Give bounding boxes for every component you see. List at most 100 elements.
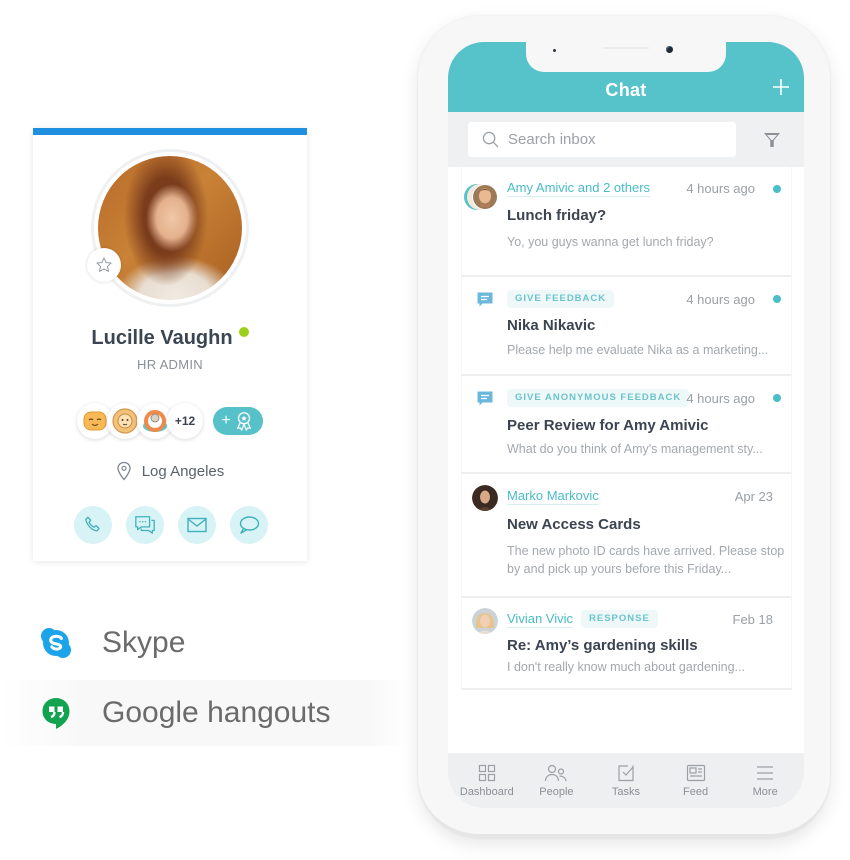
nav-more[interactable]: More (733, 764, 797, 798)
message-preview: Yo, you guys wanna get lunch friday? (507, 235, 714, 249)
nav-label: Tasks (611, 785, 641, 798)
task-check-icon (618, 764, 634, 781)
message-preview: What do you think of Amy's management st… (507, 442, 763, 456)
speech-bubble-icon (239, 516, 260, 534)
search-bar (448, 112, 804, 167)
profile-name: Lucille Vaughn (33, 327, 307, 350)
chat-header: Chat (448, 42, 804, 112)
envelope-icon (187, 517, 207, 533)
message-subject: Nika Nikavic (507, 317, 596, 334)
search-icon (482, 131, 499, 148)
inbox-item-gardening-skills[interactable]: Vivian Vivic RESPONSE Feb 18 Re: Amy’s g… (461, 598, 792, 690)
message-subject: Peer Review for Amy Amivic (507, 417, 709, 434)
nav-label: Dashboard (459, 785, 514, 798)
message-preview: The new photo ID cards have arrived. Ple… (507, 544, 785, 576)
badge-more-count[interactable]: +12 (167, 403, 203, 439)
anonymous-feedback-tag: GIVE ANONYMOUS FEEDBACK (507, 389, 690, 407)
call-button[interactable] (74, 506, 112, 544)
avatar-photo (98, 156, 242, 300)
lion-badge-icon (112, 408, 138, 434)
location-text: Log Angeles (141, 462, 225, 480)
inbox-item-new-access-cards[interactable]: Marko Markovic Apr 23 New Access Cards T… (461, 474, 792, 598)
feedback-message-icon (477, 292, 493, 307)
sensor-dot (553, 49, 556, 52)
bottom-navigation: Dashboard People Tasks Feed More (448, 753, 804, 808)
response-tag: RESPONSE (581, 610, 658, 628)
skype-icon (41, 628, 71, 658)
group-message-button[interactable] (126, 506, 164, 544)
message-time: 4 hours ago (686, 291, 755, 307)
grid-icon (478, 764, 495, 781)
contact-actions (74, 506, 268, 544)
inbox-item-peer-review[interactable]: GIVE ANONYMOUS FEEDBACK 4 hours ago Peer… (461, 376, 792, 474)
badges-row: +12 + (77, 403, 263, 439)
lifebuoy-badge-icon (143, 410, 167, 432)
google-hangouts-icon (42, 698, 70, 729)
phone-notch (526, 42, 726, 72)
profile-role: HR ADMIN (137, 357, 203, 372)
unread-indicator (773, 295, 781, 303)
front-camera (666, 46, 673, 53)
star-icon (96, 257, 112, 272)
sender-name-link[interactable]: Amy Amivic and 2 others (507, 180, 651, 197)
nav-tasks[interactable]: Tasks (594, 764, 658, 798)
email-button[interactable] (178, 506, 216, 544)
menu-icon (757, 765, 774, 780)
give-award-button[interactable]: + (213, 407, 263, 435)
phone-screen: Chat Search inbox Amy Amivic and 2 other… (448, 42, 804, 808)
nav-label: Feed (683, 785, 709, 798)
chat-title: Chat (605, 80, 647, 100)
nav-people[interactable]: People (524, 764, 588, 798)
group-avatar (464, 184, 498, 210)
nav-feed[interactable]: Feed (664, 764, 728, 798)
message-preview: I don't really know much about gardening… (507, 660, 745, 674)
sender-name-link[interactable]: Vivian Vivic (507, 611, 573, 628)
google-hangouts-label: Google hangouts (102, 696, 331, 729)
search-input[interactable] (508, 131, 728, 148)
message-time: Apr 23 (734, 489, 773, 504)
badge-count-text: +12 (174, 414, 196, 428)
profile-name-text: Lucille Vaughn (91, 327, 233, 349)
favorite-button[interactable] (87, 248, 121, 282)
newspaper-icon (686, 764, 705, 781)
feedback-message-icon (477, 391, 493, 406)
profile-card: Lucille Vaughn HR ADMIN +12 + Log Angele… (33, 128, 307, 561)
award-plus-label: + (221, 412, 231, 429)
inbox-item-lunch-friday[interactable]: Amy Amivic and 2 others 4 hours ago Lunc… (461, 167, 792, 277)
search-field[interactable] (468, 122, 736, 157)
nav-label: More (752, 785, 778, 798)
message-time: Feb 18 (732, 611, 773, 627)
sender-name-link[interactable]: Marko Markovic (507, 488, 599, 505)
inbox-item-nika-nikavic[interactable]: GIVE FEEDBACK 4 hours ago Nika Nikavic P… (461, 277, 792, 376)
nav-dashboard[interactable]: Dashboard (455, 764, 519, 798)
plus-icon[interactable] (772, 78, 790, 96)
vivian-avatar (472, 608, 498, 634)
marko-avatar (472, 485, 498, 511)
message-time: 4 hours ago (686, 181, 755, 196)
phone-icon (85, 516, 100, 532)
speaker-grille (603, 47, 649, 49)
message-button[interactable] (230, 506, 268, 544)
skype-label: Skype (102, 626, 186, 659)
chat-bubbles-icon (135, 516, 155, 534)
message-subject: New Access Cards (507, 516, 641, 533)
nav-label: People (539, 785, 574, 798)
unread-indicator (773, 394, 781, 402)
award-ribbon-icon (236, 412, 251, 431)
integration-google-hangouts[interactable]: Google hangouts (0, 680, 410, 746)
avatar[interactable] (87, 152, 246, 304)
online-status-dot (238, 327, 249, 337)
inbox-list: Amy Amivic and 2 others 4 hours ago Lunc… (461, 167, 792, 690)
filter-icon[interactable] (762, 130, 782, 150)
smiley-badge-icon (83, 411, 107, 431)
message-subject: Re: Amy’s gardening skills (507, 637, 698, 654)
location-pin-icon (117, 461, 131, 481)
integration-skype[interactable]: Skype (0, 610, 410, 676)
message-time: 4 hours ago (686, 390, 755, 406)
people-icon (545, 764, 567, 781)
message-preview: Please help me evaluate Nika as a market… (507, 343, 769, 357)
message-subject: Lunch friday? (507, 207, 607, 224)
location-row: Log Angeles (33, 461, 307, 481)
unread-indicator (773, 184, 781, 193)
feedback-tag: GIVE FEEDBACK (507, 290, 615, 308)
